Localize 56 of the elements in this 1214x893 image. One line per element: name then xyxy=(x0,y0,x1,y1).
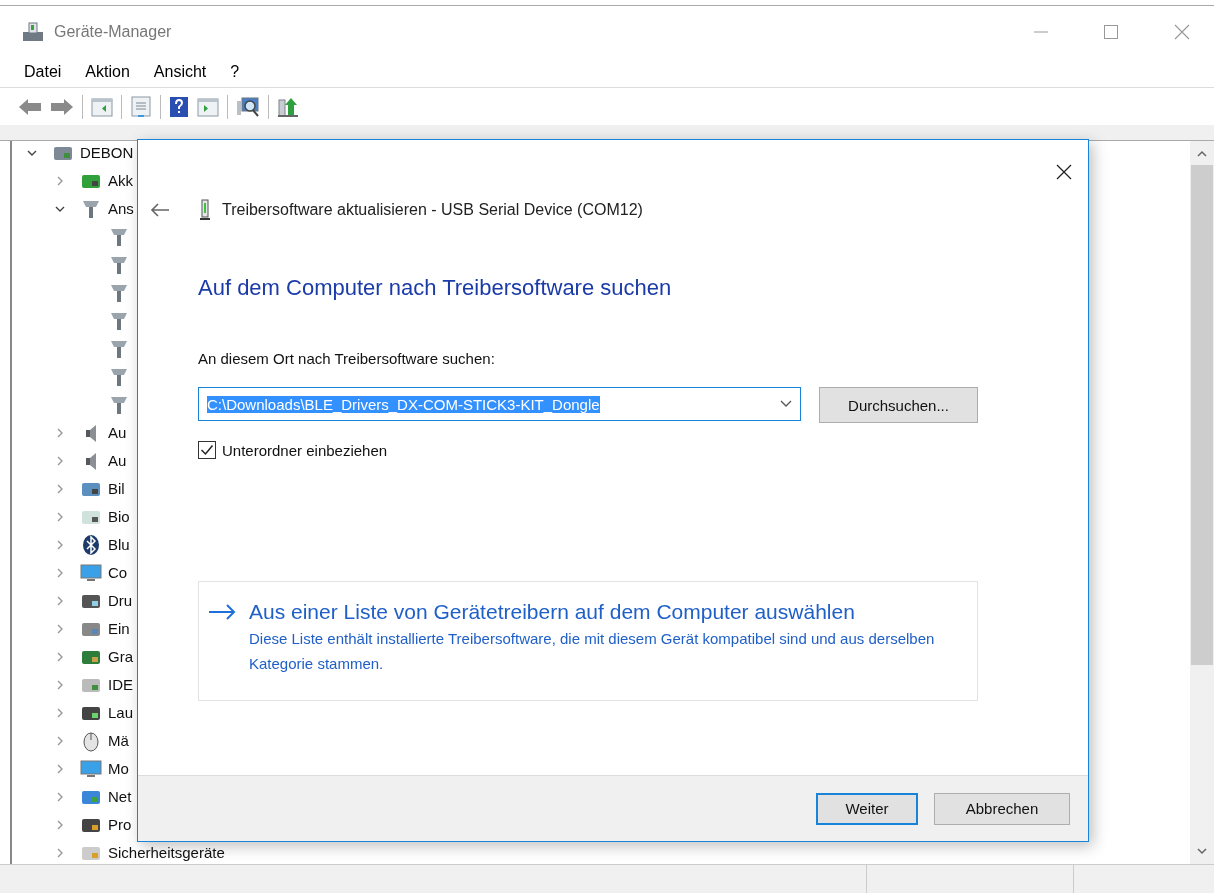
dialog-title: Treibersoftware aktualisieren - USB Serial Device (COM12) xyxy=(222,201,643,219)
device-manager-icon xyxy=(22,21,44,42)
maximize-icon[interactable] xyxy=(1104,24,1118,39)
browse-button[interactable]: Durchsuchen... xyxy=(819,387,978,423)
scroll-up-icon[interactable] xyxy=(1196,148,1208,159)
menu-item[interactable]: Datei xyxy=(24,63,62,82)
menu-item[interactable]: Aktion xyxy=(85,63,130,82)
device-icon xyxy=(80,729,102,752)
tree-item[interactable]: Au xyxy=(108,424,127,442)
device-icon xyxy=(80,757,102,780)
tree-item[interactable]: Dru xyxy=(108,592,133,610)
tree-item[interactable]: Co xyxy=(108,564,128,582)
tree-item[interactable]: Pro xyxy=(108,816,132,834)
tree-item[interactable]: Sicherheitsgeräte xyxy=(108,844,225,862)
tree-item[interactable]: Bio xyxy=(108,508,130,526)
next-button[interactable]: Weiter xyxy=(816,792,918,825)
usb-device-icon xyxy=(198,199,212,221)
menu-item[interactable]: ? xyxy=(230,63,240,82)
dialog-heading: Auf dem Computer nach Treibersoftware suchen xyxy=(198,274,673,302)
tree-item[interactable]: Ans xyxy=(108,200,134,218)
tree-item[interactable]: Au xyxy=(108,452,127,470)
tree-item[interactable]: Akk xyxy=(108,172,133,190)
scan-hardware-icon[interactable] xyxy=(236,95,260,118)
device-icon xyxy=(80,561,102,584)
properties-icon[interactable] xyxy=(130,95,152,118)
tree-item[interactable]: Net xyxy=(108,788,132,806)
cancel-button[interactable]: Abbrechen xyxy=(934,792,1070,825)
tree-item[interactable]: Mä xyxy=(108,732,129,750)
back-arrow-icon[interactable] xyxy=(18,97,42,116)
checkbox-label: Unterordner einbeziehen xyxy=(222,441,388,459)
dropdown-caret-icon[interactable] xyxy=(780,400,792,408)
tree-item[interactable]: IDE xyxy=(108,676,133,694)
right-arrow-icon xyxy=(207,603,237,621)
pane-icon[interactable] xyxy=(91,96,113,117)
option-description: Diese Liste enthält installierte Treibersoftware, die mit diesem Gerät kompatibel sind und aus derselben Kategorie stammen. xyxy=(249,629,936,674)
menu-item[interactable]: Ansicht xyxy=(153,63,207,82)
window-title: Geräte-Manager xyxy=(54,22,172,41)
scroll-down-icon[interactable] xyxy=(1196,845,1208,856)
option-link[interactable]: Aus einer Liste von Gerätetreibern auf dem Computer auswählen xyxy=(249,600,855,624)
location-label: An diesem Ort nach Treibersoftware suchen: xyxy=(198,349,496,369)
device-icon xyxy=(80,533,102,556)
tree-item[interactable]: Bil xyxy=(108,480,125,498)
tree-item[interactable]: Blu xyxy=(108,536,130,554)
close-icon[interactable] xyxy=(1056,164,1072,180)
forward-arrow-icon[interactable] xyxy=(50,97,74,116)
checkbox[interactable] xyxy=(198,441,216,459)
option-card[interactable]: Aus einer Liste von Gerätetreibern auf dem Computer auswählen Diese Liste enthält installierte Treibersoftware, die mit diesem Gerät kompatibel sind und aus derselben Kategorie stammen. xyxy=(198,581,978,701)
tree-item[interactable]: Mo xyxy=(108,760,129,778)
back-arrow-icon[interactable] xyxy=(150,202,170,218)
pane-icon[interactable] xyxy=(197,96,219,117)
tree-item[interactable]: Lau xyxy=(108,704,134,722)
tree-item[interactable]: Ein xyxy=(108,620,130,638)
help-icon[interactable] xyxy=(169,95,189,118)
tree-item[interactable]: Gra xyxy=(108,648,133,666)
tree-item[interactable]: DEBON xyxy=(80,144,134,162)
scroll-thumb[interactable] xyxy=(1191,164,1213,665)
